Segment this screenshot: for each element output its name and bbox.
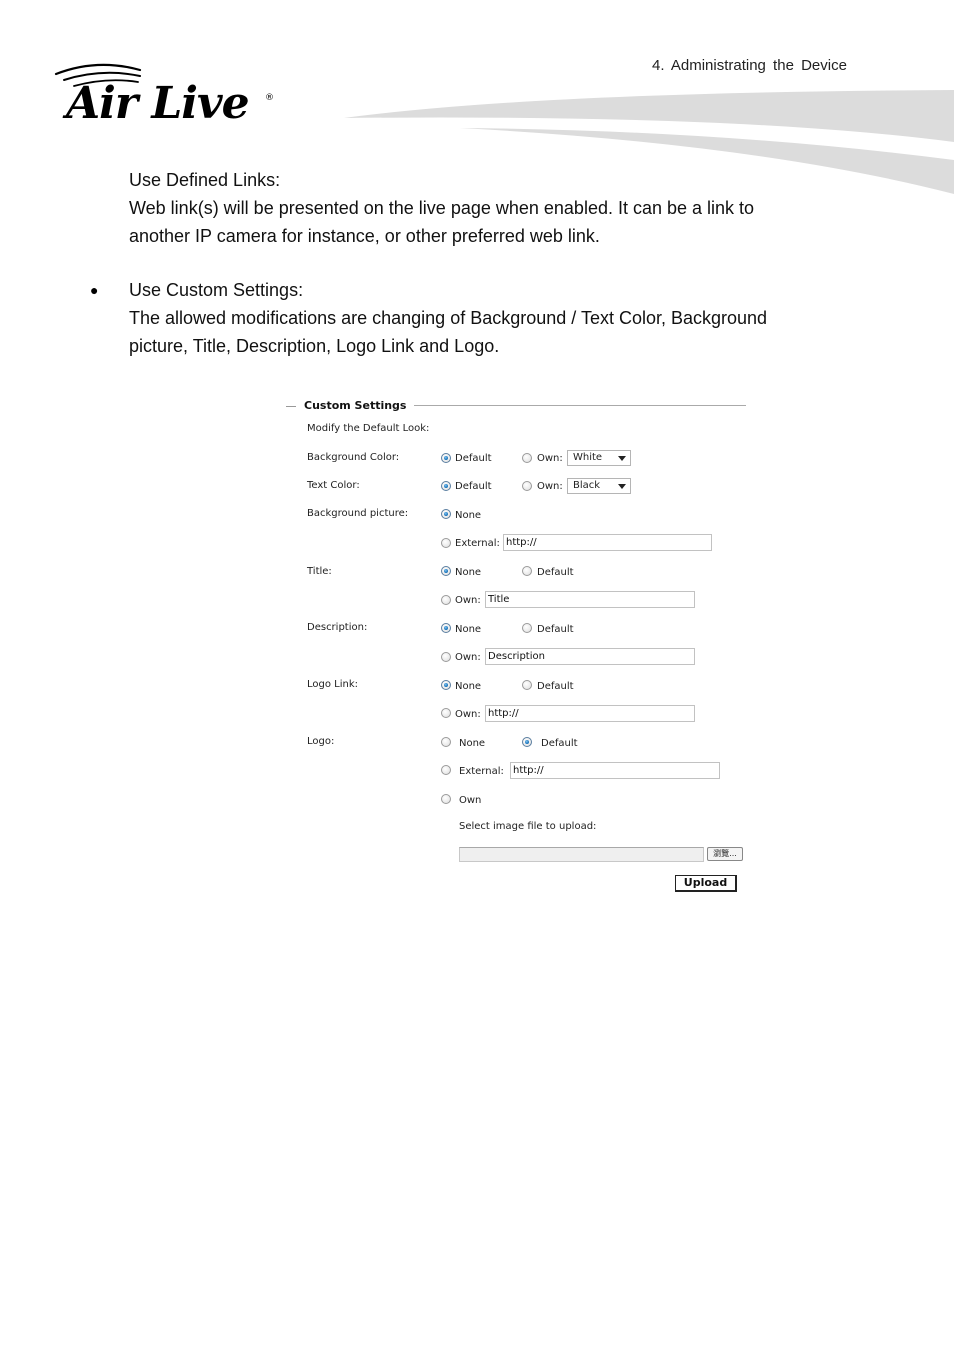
- option-label: None: [455, 681, 482, 692]
- section-use-defined-links: Use Defined Links: Web link(s) will be p…: [129, 166, 754, 250]
- logo-link-input[interactable]: http://: [485, 705, 695, 722]
- description-none-radio[interactable]: [441, 623, 451, 633]
- logo-link-none-radio[interactable]: [441, 680, 451, 690]
- option-label: Own:: [455, 652, 481, 663]
- logo-external-radio[interactable]: [441, 765, 451, 775]
- background-color-select[interactable]: White: [567, 450, 631, 466]
- browse-button[interactable]: 瀏覽...: [707, 847, 743, 861]
- option-label: Default: [537, 624, 574, 635]
- logo-external-url-input[interactable]: http://: [510, 762, 720, 779]
- title-input[interactable]: Title: [485, 591, 695, 608]
- section-text-line: another IP camera for instance, or other…: [129, 226, 600, 246]
- option-label: None: [455, 567, 482, 578]
- legend-divider: [414, 405, 746, 406]
- section-text-line: picture, Title, Description, Logo Link a…: [129, 336, 500, 356]
- background-color-own-radio[interactable]: [522, 453, 532, 463]
- option-label: Own:: [537, 481, 563, 492]
- description-input[interactable]: Description: [485, 648, 695, 665]
- title-own-radio[interactable]: [441, 595, 451, 605]
- section-text-line: Web link(s) will be presented on the liv…: [129, 198, 755, 218]
- option-label: Default: [455, 453, 492, 464]
- option-label: None: [459, 738, 486, 749]
- background-picture-none-radio[interactable]: [441, 509, 451, 519]
- intro-label: Modify the Default Look:: [307, 423, 430, 434]
- dropdown-arrow-icon: [618, 456, 626, 461]
- title-label: Title:: [307, 566, 332, 577]
- description-own-radio[interactable]: [441, 652, 451, 662]
- section-title: Use Defined Links:: [129, 170, 281, 190]
- upload-prompt: Select image file to upload:: [459, 821, 597, 832]
- background-color-label: Background Color:: [307, 452, 400, 463]
- title-none-radio[interactable]: [441, 566, 451, 576]
- option-label: Own:: [455, 709, 481, 720]
- bullet-icon: ●: [90, 282, 99, 298]
- background-color-default-radio[interactable]: [441, 453, 451, 463]
- option-label: None: [455, 624, 482, 635]
- section-use-custom-settings: Use Custom Settings: The allowed modific…: [129, 276, 767, 360]
- logo-own-radio[interactable]: [441, 794, 451, 804]
- chapter-header: 4. Administrating the Device: [652, 57, 847, 74]
- option-label: Default: [537, 681, 574, 692]
- option-label: None: [455, 510, 482, 521]
- collapse-toggle-icon[interactable]: [286, 406, 296, 407]
- logo-link-label: Logo Link:: [307, 679, 359, 690]
- option-label: External:: [455, 538, 500, 549]
- option-label: External:: [459, 766, 504, 777]
- airlive-logo: Air Live ®: [54, 63, 274, 126]
- selected-value: White: [573, 452, 603, 463]
- custom-settings-panel: Custom Settings Modify the Default Look:…: [280, 396, 750, 896]
- option-label: Own:: [537, 453, 563, 464]
- section-text-line: The allowed modifications are changing o…: [129, 308, 768, 328]
- logo-link-default-radio[interactable]: [522, 680, 532, 690]
- text-color-label: Text Color:: [307, 480, 360, 491]
- background-picture-external-radio[interactable]: [441, 538, 451, 548]
- panel-legend: Custom Settings: [304, 399, 407, 412]
- upload-button[interactable]: Upload: [675, 875, 737, 892]
- svg-text:Air Live: Air Live: [62, 78, 249, 126]
- section-title: Use Custom Settings:: [129, 280, 304, 300]
- logo-label: Logo:: [307, 736, 335, 747]
- option-label: Own: [459, 795, 482, 806]
- logo-link-own-radio[interactable]: [441, 708, 451, 718]
- logo-none-radio[interactable]: [441, 737, 451, 747]
- description-label: Description:: [307, 622, 368, 633]
- option-label: Default: [455, 481, 492, 492]
- option-label: Default: [541, 738, 578, 749]
- logo-default-radio[interactable]: [522, 737, 532, 747]
- title-default-radio[interactable]: [522, 566, 532, 576]
- text-color-default-radio[interactable]: [441, 481, 451, 491]
- dropdown-arrow-icon: [618, 484, 626, 489]
- file-path-input[interactable]: [459, 847, 704, 862]
- option-label: Own:: [455, 595, 481, 606]
- text-color-own-radio[interactable]: [522, 481, 532, 491]
- option-label: Default: [537, 567, 574, 578]
- selected-value: Black: [573, 480, 601, 491]
- background-picture-url-input[interactable]: http://: [503, 534, 712, 551]
- svg-text:®: ®: [265, 93, 274, 103]
- text-color-select[interactable]: Black: [567, 478, 631, 494]
- description-default-radio[interactable]: [522, 623, 532, 633]
- background-picture-label: Background picture:: [307, 508, 409, 519]
